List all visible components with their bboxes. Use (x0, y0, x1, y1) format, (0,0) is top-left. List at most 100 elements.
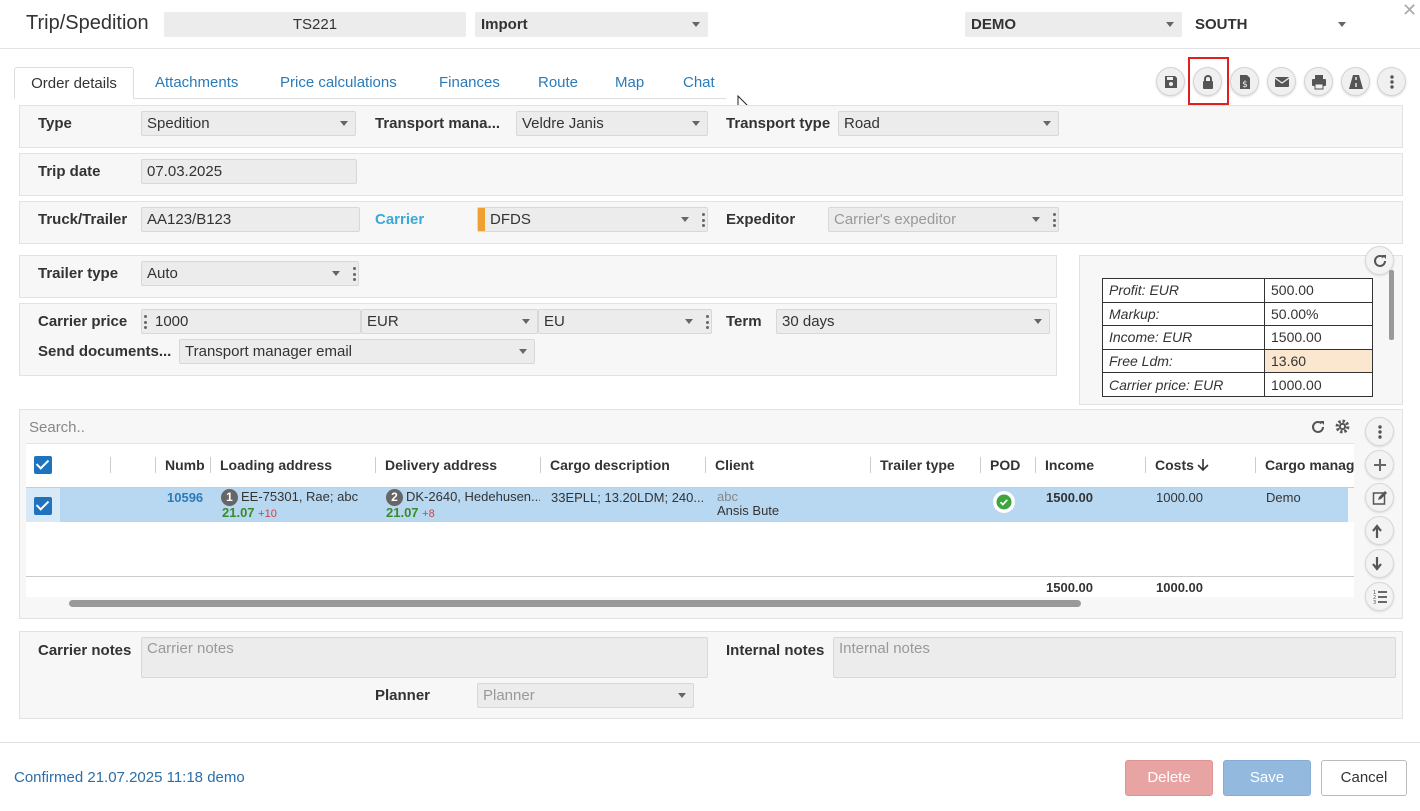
edit-icon (1372, 491, 1387, 505)
expeditor-select[interactable]: Carrier's expeditor (828, 207, 1059, 232)
grid-totals-row (26, 577, 1354, 597)
sort-descending-icon[interactable] (1197, 458, 1209, 472)
move-up-button[interactable] (1365, 516, 1394, 545)
column-header-cargo-manager[interactable]: Cargo manager (1265, 457, 1354, 473)
more-toolbar-button[interactable] (1377, 67, 1406, 96)
refresh-icon[interactable] (1310, 419, 1326, 435)
direction-select[interactable]: Import (475, 12, 708, 37)
trip-date-input[interactable]: 07.03.2025 (141, 159, 357, 184)
lock-icon (1203, 75, 1213, 89)
check-circle-icon (996, 494, 1012, 510)
total-costs: 1000.00 (1156, 580, 1203, 595)
grid-more-button[interactable] (1365, 417, 1394, 446)
grid-search-input[interactable]: Search.. (29, 419, 429, 437)
tab-finances[interactable]: Finances (439, 67, 500, 99)
summary-label: Free Ldm: (1102, 348, 1265, 374)
summary-scrollbar[interactable] (1389, 270, 1394, 340)
select-all-checkbox[interactable] (34, 456, 52, 474)
transport-type-label: Transport type (726, 115, 831, 132)
type-select[interactable]: Spedition (141, 111, 356, 136)
carrier-select[interactable]: DFDS (477, 207, 708, 232)
more-vertical-icon (1378, 425, 1382, 439)
tab-chat[interactable]: Chat (683, 67, 715, 99)
column-divider (110, 457, 111, 473)
more-vertical-icon[interactable] (1053, 213, 1056, 227)
tab-route[interactable]: Route (538, 67, 578, 99)
column-header-number[interactable]: Numbe (165, 457, 205, 473)
more-vertical-icon[interactable] (353, 267, 356, 281)
column-header-income[interactable]: Income (1045, 457, 1094, 473)
type-label: Type (38, 115, 72, 132)
tab-order-details[interactable]: Order details (14, 67, 134, 99)
header-divider (0, 48, 1420, 49)
summary-row-free-ldm: Free Ldm: 13.60 (1102, 348, 1373, 374)
print-toolbar-button[interactable] (1304, 67, 1333, 96)
row-checkbox[interactable] (34, 497, 52, 515)
transport-manager-value: Veldre Janis (522, 115, 604, 132)
column-divider (980, 457, 981, 473)
tab-attachments[interactable]: Attachments (155, 67, 238, 99)
transport-type-select[interactable]: Road (838, 111, 1059, 136)
order-number-link[interactable]: 10596 (167, 490, 203, 505)
column-header-cargo-description[interactable]: Cargo description (550, 457, 670, 473)
tab-price-calculations[interactable]: Price calculations (280, 67, 397, 99)
term-select[interactable]: 30 days (776, 309, 1050, 334)
plus-icon (1374, 459, 1386, 471)
send-documents-select[interactable]: Transport manager email (179, 339, 535, 364)
column-header-delivery-address[interactable]: Delivery address (385, 457, 497, 473)
carrier-price-input[interactable]: 1000 (141, 309, 361, 334)
income-cell: 1500.00 (1046, 490, 1093, 505)
price-region-select[interactable]: EU (538, 309, 712, 334)
summary-row-profit: Profit: EUR 500.00 (1102, 278, 1373, 303)
move-down-button[interactable] (1365, 549, 1394, 578)
internal-notes-textarea[interactable]: Internal notes (833, 637, 1396, 678)
transport-manager-select[interactable]: Veldre Janis (516, 111, 708, 136)
summary-value: 1000.00 (1264, 372, 1373, 397)
carrier-link[interactable]: Carrier (375, 211, 424, 228)
loading-address: EE-75301, Rae; abc (241, 489, 359, 504)
column-header-pod[interactable]: POD (990, 457, 1020, 473)
trip-number-field[interactable]: TS221 (164, 12, 466, 37)
trailer-type-select[interactable]: Auto (141, 261, 359, 286)
delete-button[interactable]: Delete (1125, 760, 1213, 796)
road-toolbar-button[interactable] (1341, 67, 1370, 96)
currency-select[interactable]: EUR (361, 309, 538, 334)
tab-map[interactable]: Map (615, 67, 644, 99)
add-row-button[interactable] (1365, 450, 1394, 479)
planner-select[interactable]: Planner (477, 683, 694, 708)
trailer-type-label: Trailer type (38, 265, 119, 282)
reorder-list-button[interactable]: 123 (1365, 582, 1394, 611)
loading-date-cell: 21.07 +10 (222, 505, 277, 520)
lock-toolbar-button[interactable] (1193, 67, 1222, 96)
summary-label: Carrier price: EUR (1102, 372, 1265, 397)
internal-notes-placeholder: Internal notes (839, 640, 930, 657)
cancel-button[interactable]: Cancel (1321, 760, 1407, 796)
close-icon[interactable]: ✕ (1402, 1, 1417, 19)
truck-trailer-input[interactable]: AA123/B123 (141, 207, 360, 232)
more-vertical-icon[interactable] (702, 213, 705, 227)
gear-icon[interactable] (1334, 418, 1351, 435)
company-select[interactable]: DEMO (965, 12, 1182, 37)
send-documents-value: Transport manager email (185, 343, 353, 360)
save-toolbar-button[interactable] (1156, 67, 1185, 96)
region-select[interactable]: SOUTH (1189, 12, 1354, 37)
pod-status (993, 491, 1015, 513)
edit-row-button[interactable] (1365, 483, 1394, 512)
horizontal-scrollbar[interactable] (69, 600, 1081, 607)
column-header-trailer-type[interactable]: Trailer type (880, 457, 955, 473)
summary-row-carrier-price: Carrier price: EUR 1000.00 (1102, 372, 1373, 397)
carrier-notes-textarea[interactable]: Carrier notes (141, 637, 708, 678)
arrow-up-icon (1372, 524, 1382, 538)
column-header-client[interactable]: Client (715, 457, 754, 473)
invoice-toolbar-button[interactable]: $ (1230, 67, 1259, 96)
drag-handle-icon[interactable] (144, 315, 147, 329)
chevron-down-icon (692, 22, 700, 27)
column-header-loading-address[interactable]: Loading address (220, 457, 332, 473)
chevron-down-icon (1032, 217, 1040, 222)
column-header-costs[interactable]: Costs (1155, 457, 1194, 473)
email-toolbar-button[interactable] (1267, 67, 1296, 96)
currency-value: EUR (367, 313, 399, 330)
save-button[interactable]: Save (1223, 760, 1311, 796)
carrier-notes-label: Carrier notes (38, 642, 132, 659)
more-vertical-icon[interactable] (706, 315, 709, 329)
